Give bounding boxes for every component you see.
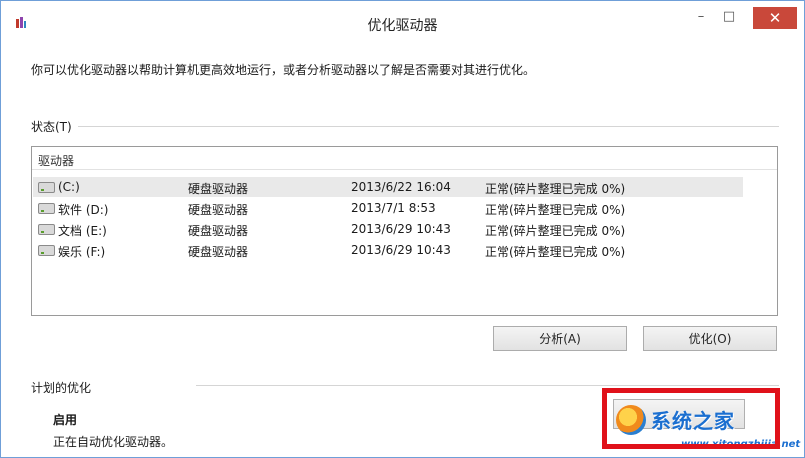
drive-icon bbox=[38, 203, 55, 214]
drive-last-run: 2013/6/22 16:04 bbox=[351, 180, 451, 194]
drive-list[interactable]: 驱动器 (C:) 硬盘驱动器 2013/6/22 16:04 正常(碎片整理已完… bbox=[31, 146, 778, 316]
drive-status: 正常(碎片整理已完成 0%) bbox=[485, 203, 626, 217]
minimize-button[interactable]: – bbox=[689, 7, 713, 29]
optimize-button[interactable]: 优化(O) bbox=[643, 326, 777, 351]
maximize-button[interactable]: □ bbox=[717, 7, 741, 29]
drive-icon bbox=[38, 245, 55, 256]
drive-last-run: 2013/7/1 8:53 bbox=[351, 201, 436, 215]
drive-name: (C:) bbox=[58, 180, 80, 194]
schedule-state: 启用 bbox=[53, 411, 84, 428]
drive-row-e[interactable]: 文档 (E:) 硬盘驱动器 2013/6/29 10:43 正常(碎片整理已完成… bbox=[33, 219, 743, 239]
drive-media-type: 硬盘驱动器 bbox=[188, 182, 249, 196]
drive-status: 正常(碎片整理已完成 0%) bbox=[485, 182, 626, 196]
list-header: 驱动器 bbox=[32, 147, 777, 170]
drive-last-run: 2013/6/29 10:43 bbox=[351, 243, 451, 257]
description-text: 你可以优化驱动器以帮助计算机更高效地运行，或者分析驱动器以了解是否需要对其进行优… bbox=[31, 63, 536, 77]
drive-icon bbox=[38, 182, 55, 193]
drive-name: 娱乐 (F:) bbox=[58, 245, 106, 259]
drive-status: 正常(碎片整理已完成 0%) bbox=[485, 245, 626, 259]
drive-icon bbox=[38, 224, 55, 235]
column-header-drive[interactable]: 驱动器 bbox=[38, 152, 74, 169]
drive-last-run: 2013/6/29 10:43 bbox=[351, 222, 451, 236]
drive-row-d[interactable]: 软件 (D:) 硬盘驱动器 2013/7/1 8:53 正常(碎片整理已完成 0… bbox=[33, 198, 743, 218]
schedule-divider bbox=[196, 385, 779, 386]
drive-name: 软件 (D:) bbox=[58, 203, 109, 217]
status-section-label: 状态(T) bbox=[31, 118, 78, 135]
window-title: 优化驱动器 bbox=[367, 18, 438, 34]
drive-status: 正常(碎片整理已完成 0%) bbox=[485, 224, 626, 238]
highlight-box bbox=[602, 388, 780, 449]
drive-media-type: 硬盘驱动器 bbox=[188, 224, 249, 238]
schedule-section-label: 计划的优化 bbox=[31, 379, 98, 396]
optimize-drives-window: 优化驱动器 – □ ✕ 你可以优化驱动器以帮助计算机更高效地运行，或者分析驱动器… bbox=[0, 0, 805, 458]
drive-media-type: 硬盘驱动器 bbox=[188, 203, 249, 217]
drive-name: 文档 (E:) bbox=[58, 224, 107, 238]
drive-row-f[interactable]: 娱乐 (F:) 硬盘驱动器 2013/6/29 10:43 正常(碎片整理已完成… bbox=[33, 240, 743, 260]
drive-row-c[interactable]: (C:) 硬盘驱动器 2013/6/22 16:04 正常(碎片整理已完成 0%… bbox=[33, 177, 743, 197]
title-bar[interactable]: 优化驱动器 – □ ✕ bbox=[1, 1, 804, 43]
schedule-detail: 正在自动优化驱动器。 bbox=[53, 433, 180, 450]
close-button[interactable]: ✕ bbox=[753, 7, 797, 29]
analyze-button[interactable]: 分析(A) bbox=[493, 326, 627, 351]
status-divider bbox=[61, 126, 779, 127]
drive-media-type: 硬盘驱动器 bbox=[188, 245, 249, 259]
